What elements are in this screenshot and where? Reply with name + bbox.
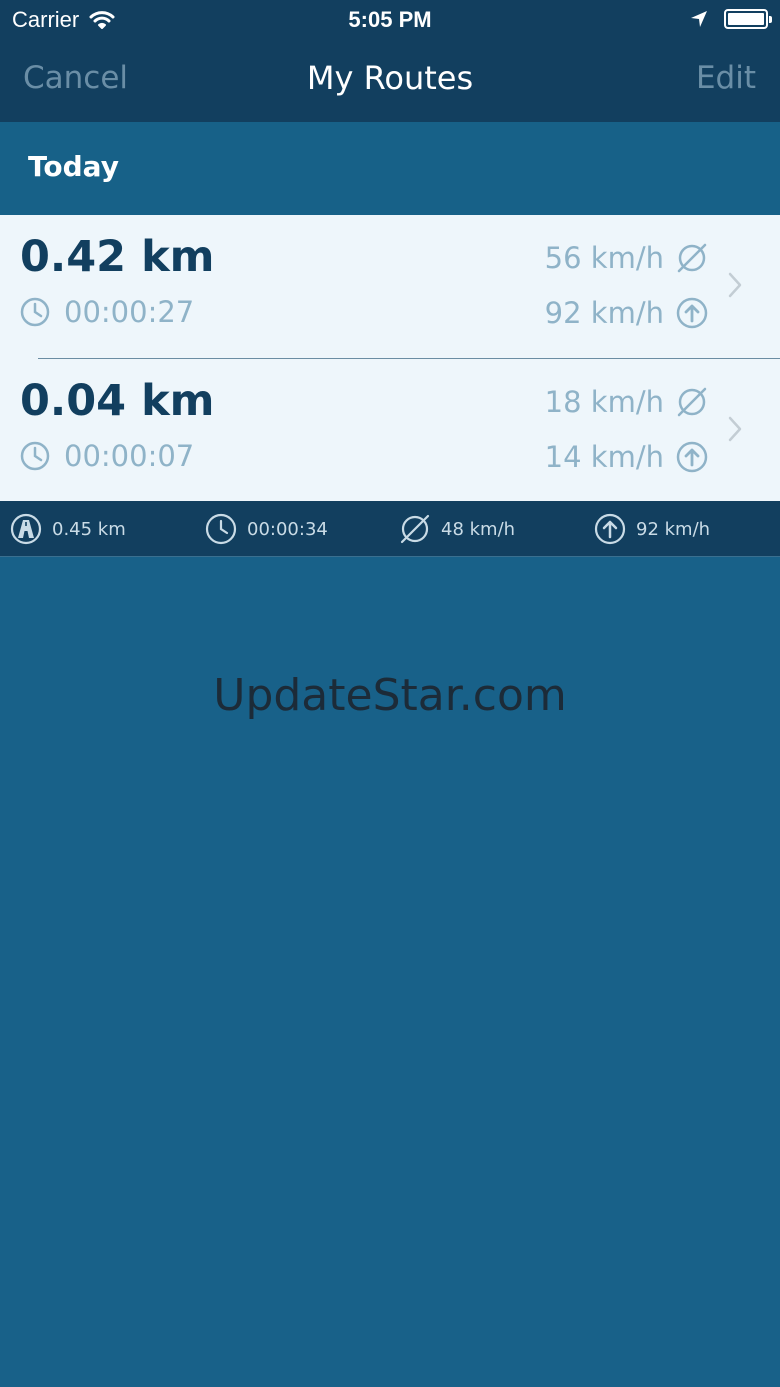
route-avg-speed: 56 km/h [545, 241, 708, 275]
max-speed-icon [676, 297, 708, 329]
route-distance: 0.04 km [20, 376, 215, 426]
summary-duration-value: 00:00:34 [247, 518, 328, 540]
clock-icon [20, 441, 50, 471]
max-speed-value: 14 km/h [544, 440, 664, 474]
route-duration: 00:00:07 [20, 439, 194, 473]
route-row[interactable]: 0.04 km 00:00:07 18 km/h 14 km/h [0, 358, 780, 501]
route-duration-value: 00:00:27 [64, 295, 195, 329]
clock-icon [205, 513, 237, 545]
section-title: Today [28, 150, 119, 183]
avg-speed-value: 56 km/h [544, 241, 664, 275]
summary-avg-speed-value: 48 km/h [441, 518, 516, 540]
max-speed-value: 92 km/h [544, 296, 664, 330]
route-duration-value: 00:00:07 [64, 439, 195, 473]
route-max-speed: 14 km/h [545, 440, 708, 474]
route-list: 0.42 km 00:00:27 56 km/h 92 km/h 0.04 km… [0, 215, 780, 501]
summary-distance-value: 0.45 km [52, 518, 126, 540]
summary-max-speed: 92 km/h [594, 513, 710, 545]
road-icon [10, 513, 42, 545]
avg-speed-value: 18 km/h [544, 385, 664, 419]
status-time: 5:05 PM [348, 7, 432, 32]
route-avg-speed: 18 km/h [545, 385, 708, 419]
max-speed-icon [676, 441, 708, 473]
summary-bar: 0.45 km 00:00:34 48 km/h 92 km/h [0, 501, 780, 557]
edit-button[interactable]: Edit [696, 60, 756, 96]
max-speed-icon [594, 513, 626, 545]
chevron-right-icon [728, 272, 742, 298]
watermark-text: UpdateStar.com [213, 670, 567, 721]
location-arrow-icon [691, 11, 707, 27]
route-duration: 00:00:27 [20, 295, 194, 329]
summary-distance: 0.45 km [10, 513, 126, 545]
page-title: My Routes [306, 59, 474, 97]
chevron-right-icon [728, 416, 742, 442]
section-header-today: Today [0, 122, 780, 215]
route-distance: 0.42 km [20, 232, 215, 282]
status-bar: Carrier 5:05 PM [0, 0, 780, 40]
status-right [690, 9, 772, 29]
average-speed-icon [677, 387, 707, 417]
summary-avg-speed: 48 km/h [399, 513, 515, 545]
battery-icon [724, 9, 772, 29]
average-speed-icon [400, 514, 430, 544]
navigation-bar: Cancel My Routes Edit [0, 40, 780, 122]
route-row[interactable]: 0.42 km 00:00:27 56 km/h 92 km/h [0, 215, 780, 358]
route-max-speed: 92 km/h [545, 296, 708, 330]
average-speed-icon [677, 243, 707, 273]
clock-icon [20, 297, 50, 327]
summary-duration: 00:00:34 [205, 513, 328, 545]
summary-max-speed-value: 92 km/h [636, 518, 711, 540]
